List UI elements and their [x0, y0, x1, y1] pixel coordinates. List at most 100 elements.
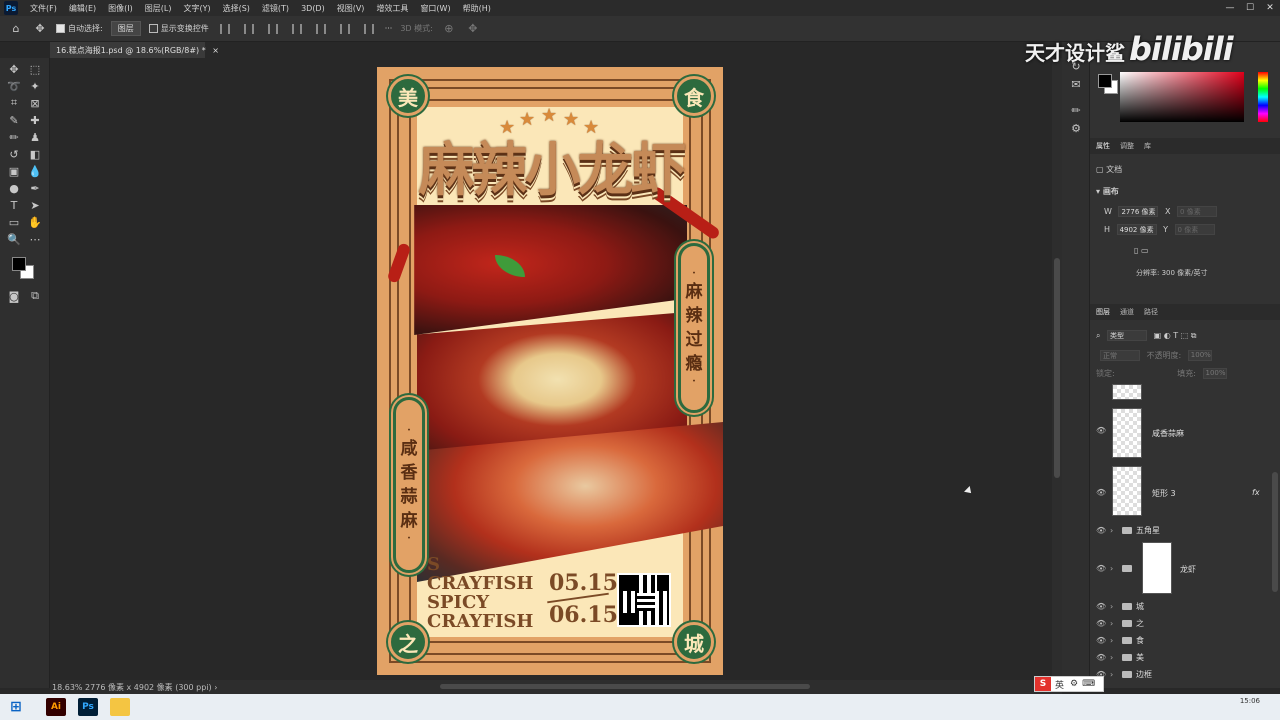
align-right-icon[interactable] — [267, 23, 278, 34]
layer-filter-dropdown[interactable]: 类型 — [1107, 330, 1148, 341]
layer-row[interactable]: 👁 › 城 — [1090, 598, 1270, 614]
layer-name[interactable]: 美 — [1136, 652, 1144, 663]
filter-smart-icon[interactable]: ⧉ — [1191, 331, 1197, 340]
lasso-tool-icon[interactable]: ➰ — [5, 78, 23, 94]
path-select-icon[interactable]: ➤ — [26, 197, 44, 213]
chevron-right-icon[interactable]: › — [1110, 670, 1118, 679]
height-field[interactable]: 4902 像素 — [1116, 224, 1157, 235]
menu-help[interactable]: 帮助(H) — [457, 3, 497, 14]
zoom-tool-icon[interactable]: 🔍 — [5, 231, 23, 247]
hue-slider[interactable] — [1258, 72, 1268, 122]
fill-field[interactable]: 100% — [1202, 368, 1227, 379]
align-left-icon[interactable] — [219, 23, 230, 34]
layer-name[interactable]: 边框 — [1136, 669, 1152, 680]
chevron-right-icon[interactable]: › — [1110, 564, 1118, 573]
tab-channels[interactable]: 通道 — [1120, 307, 1134, 317]
brush-tool-icon[interactable]: ✏ — [5, 129, 23, 145]
home-icon[interactable]: ⌂ — [8, 21, 24, 37]
tab-properties[interactable]: 属性 — [1096, 141, 1110, 151]
portrait-icon[interactable]: ▯ — [1134, 246, 1138, 255]
canvas-section[interactable]: ▾ 画布 — [1096, 186, 1119, 197]
align-bottom-icon[interactable] — [339, 23, 350, 34]
width-field[interactable]: 2776 像素 — [1118, 206, 1159, 217]
eye-icon[interactable]: 👁 — [1096, 526, 1106, 535]
hand-tool-icon[interactable]: ✋ — [26, 214, 44, 230]
layer-name[interactable]: 食 — [1136, 635, 1144, 646]
menu-window[interactable]: 窗口(W) — [414, 3, 456, 14]
horizontal-scroll-thumb[interactable] — [440, 684, 810, 689]
chevron-right-icon[interactable]: › — [1110, 526, 1118, 535]
ime-language[interactable]: 英 — [1055, 678, 1064, 691]
distribute-icon[interactable] — [363, 23, 374, 34]
auto-select-dropdown[interactable]: 图层 — [110, 21, 141, 36]
menu-type[interactable]: 文字(Y) — [177, 3, 216, 14]
auto-select-checkbox[interactable]: 自动选择: — [56, 23, 103, 34]
tab-close-icon[interactable]: × — [212, 46, 219, 55]
menu-3d[interactable]: 3D(D) — [295, 4, 331, 13]
layer-thumbnail[interactable] — [1112, 384, 1142, 400]
eye-icon[interactable]: 👁 — [1096, 488, 1106, 497]
layer-row[interactable]: 👁 › 美 — [1090, 649, 1270, 665]
marquee-tool-icon[interactable]: ⬚ — [26, 61, 44, 77]
filter-pixel-icon[interactable]: ▣ — [1154, 331, 1162, 340]
landscape-icon[interactable]: ▭ — [1141, 246, 1149, 255]
more-tools-icon[interactable]: ⋯ — [26, 231, 44, 247]
fx-badge[interactable]: fx — [1252, 488, 1260, 497]
shape-tool-icon[interactable]: ▭ — [5, 214, 23, 230]
opacity-field[interactable]: 100% — [1187, 350, 1212, 361]
layer-name[interactable]: 咸香蒜麻 — [1152, 428, 1184, 439]
eye-icon[interactable]: 👁 — [1096, 653, 1106, 662]
crop-tool-icon[interactable]: ⌗ — [5, 95, 23, 111]
poster-canvas[interactable]: ★ ★ ★ ★ ★ 麻辣小龙虾 美 食 之 城 · 麻 辣 过 瘾 · · 咸 … — [377, 67, 723, 675]
layer-row[interactable]: 👁 › 之 — [1090, 615, 1270, 631]
tab-adjustments[interactable]: 调整 — [1120, 141, 1134, 151]
eye-icon[interactable]: 👁 — [1096, 426, 1106, 435]
menu-layer[interactable]: 图层(L) — [139, 3, 178, 14]
quick-mask-icon[interactable]: ◙ — [5, 288, 23, 304]
menu-view[interactable]: 视图(V) — [331, 3, 371, 14]
align-middle-icon[interactable] — [315, 23, 326, 34]
y-field[interactable]: 0 像素 — [1174, 224, 1215, 235]
screen-mode-icon[interactable]: ⧉ — [26, 288, 44, 304]
eye-icon[interactable]: 👁 — [1096, 564, 1106, 573]
move-tool-icon[interactable]: ✥ — [5, 61, 23, 77]
layer-row[interactable]: 👁 › 五角星 — [1090, 522, 1270, 538]
eye-icon[interactable]: 👁 — [1096, 619, 1106, 628]
vertical-scrollbar[interactable] — [1052, 58, 1062, 680]
chevron-right-icon[interactable]: › — [1110, 636, 1118, 645]
tab-layers[interactable]: 图层 — [1096, 307, 1110, 317]
align-center-icon[interactable] — [243, 23, 254, 34]
illustrator-icon[interactable]: Ai — [46, 698, 66, 716]
menu-plugins[interactable]: 增效工具 — [370, 3, 414, 14]
photoshop-taskbar-icon[interactable]: Ps — [78, 698, 98, 716]
layer-mask-thumbnail[interactable] — [1142, 542, 1172, 594]
scroll-thumb[interactable] — [1054, 258, 1060, 478]
panel-foreground-swatch[interactable] — [1098, 74, 1112, 88]
pan-3d-icon[interactable]: ✥ — [465, 21, 481, 37]
dodge-tool-icon[interactable]: ● — [5, 180, 23, 196]
type-tool-icon[interactable]: T — [5, 197, 23, 213]
ime-keyboard-icon[interactable]: ⌨ — [1082, 679, 1095, 689]
history-brush-icon[interactable]: ↺ — [5, 146, 23, 162]
file-explorer-icon[interactable] — [110, 698, 130, 716]
healing-brush-icon[interactable]: ✚ — [26, 112, 44, 128]
move-tool-icon[interactable]: ✥ — [32, 21, 48, 37]
layer-name[interactable]: 五角星 — [1136, 525, 1160, 536]
minimize-button[interactable]: — — [1220, 0, 1240, 16]
layer-row[interactable]: 👁 › 边框 — [1090, 666, 1270, 682]
filter-shape-icon[interactable]: ⬚ — [1181, 331, 1189, 340]
close-button[interactable]: ✕ — [1260, 0, 1280, 16]
frame-tool-icon[interactable]: ⊠ — [26, 95, 44, 111]
ime-settings-icon[interactable]: ⚙ — [1070, 679, 1078, 689]
eyedropper-icon[interactable]: ✎ — [5, 112, 23, 128]
layer-name[interactable]: 城 — [1136, 601, 1144, 612]
chevron-right-icon[interactable]: › — [1110, 653, 1118, 662]
chevron-right-icon[interactable]: › — [1110, 619, 1118, 628]
blend-mode-dropdown[interactable]: 正常 — [1100, 350, 1140, 361]
input-method-bar[interactable]: S 英 ⚙ ⌨ — [1034, 676, 1104, 692]
layer-thumbnail[interactable] — [1112, 408, 1142, 458]
layer-name[interactable]: 龙虾 — [1180, 564, 1196, 575]
show-transform-checkbox[interactable]: 显示变换控件 — [148, 23, 209, 34]
menu-select[interactable]: 选择(S) — [217, 3, 256, 14]
color-picker-field[interactable] — [1120, 72, 1244, 122]
